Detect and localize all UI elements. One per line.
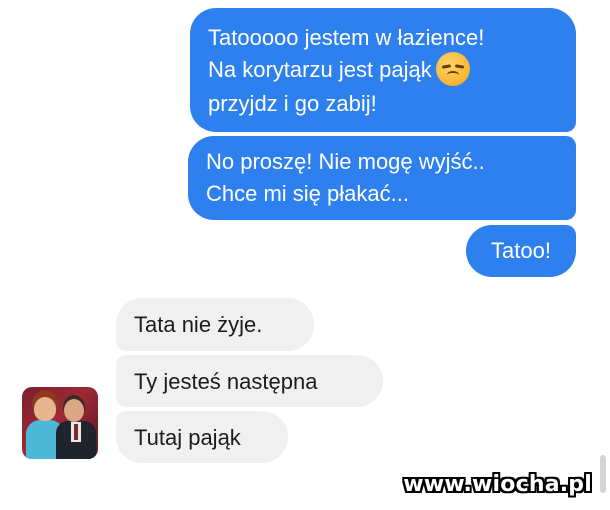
received-message: Tutaj pająk: [116, 411, 288, 463]
message-line: Na korytarzu jest pająk: [208, 57, 432, 82]
message-line: No proszę! Nie mogę wyjść..: [206, 149, 485, 174]
chat-conversation: Tatooooo jestem w łazience! Na korytarzu…: [0, 0, 610, 510]
message-line: Chce mi się płakać...: [206, 181, 409, 206]
sent-message: Tatooooo jestem w łazience! Na korytarzu…: [190, 8, 576, 132]
scrollbar[interactable]: [600, 455, 606, 493]
received-message: Ty jesteś następna: [116, 355, 383, 407]
watermark: www.wiocha.pl: [403, 472, 592, 497]
received-message: Tata nie żyje.: [116, 298, 314, 351]
sent-message: Tatoo!: [466, 225, 576, 277]
avatar[interactable]: [22, 387, 98, 459]
message-line: Tatooooo jestem w łazience!: [208, 25, 485, 50]
message-line: przyjdz i go zabij!: [208, 91, 377, 117]
disappointed-face-icon: [435, 52, 470, 87]
sent-message: No proszę! Nie mogę wyjść.. Chce mi się …: [188, 136, 576, 220]
message-line: Tatoo!: [491, 238, 551, 263]
